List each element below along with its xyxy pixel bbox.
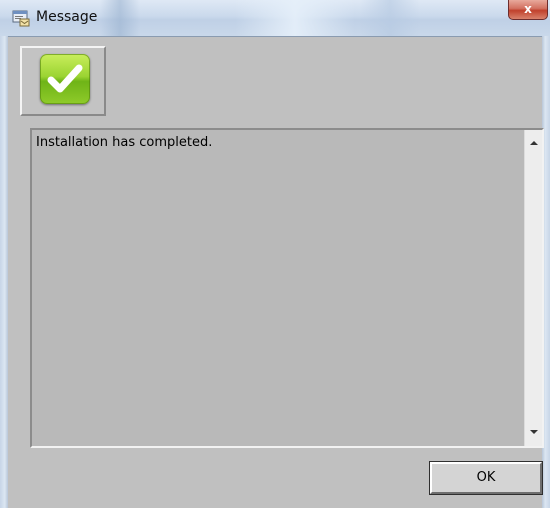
title-bar-glow xyxy=(235,0,355,36)
window-frame-left xyxy=(0,36,8,508)
success-checkmark-icon xyxy=(40,54,90,104)
status-icon-frame xyxy=(20,46,106,116)
message-app-icon xyxy=(12,10,30,27)
title-bar-glow xyxy=(360,0,420,36)
message-textarea[interactable]: Installation has completed. xyxy=(30,128,544,448)
client-divider xyxy=(8,36,542,37)
scroll-down-arrow-icon[interactable] xyxy=(530,430,538,434)
message-dialog: Message x Installation has completed. OK xyxy=(0,0,550,508)
title-bar-glow xyxy=(100,0,140,36)
window-title: Message xyxy=(36,9,98,25)
checkmark-glyph-icon xyxy=(47,64,83,93)
ok-button[interactable]: OK xyxy=(429,461,543,495)
ok-button-label: OK xyxy=(476,470,496,485)
scroll-up-arrow-icon[interactable] xyxy=(530,141,538,145)
close-icon: x xyxy=(524,2,532,16)
vertical-scrollbar[interactable] xyxy=(524,130,542,446)
close-button[interactable]: x xyxy=(508,0,548,20)
title-bar[interactable]: Message x xyxy=(0,0,550,36)
message-text: Installation has completed. xyxy=(36,135,213,150)
